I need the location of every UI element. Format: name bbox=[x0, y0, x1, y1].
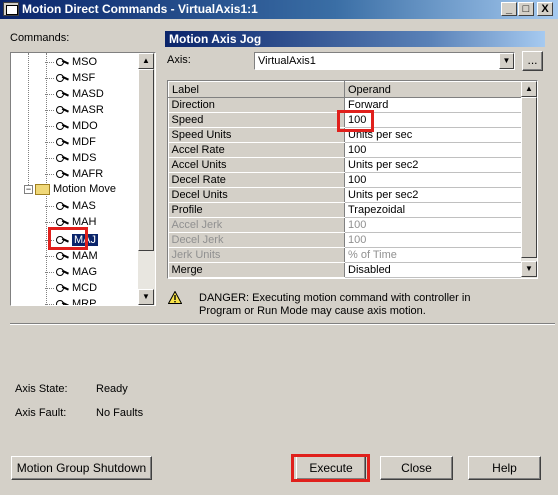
grid-row: Jerk Units% of Time bbox=[168, 247, 523, 263]
tree-item-masr[interactable]: MASR bbox=[45, 102, 104, 118]
grid-row: Accel Jerk 100 bbox=[168, 217, 523, 233]
grid-row[interactable]: Decel Rate 100 bbox=[168, 172, 523, 188]
title-bar: Motion Direct Commands - VirtualAxis1:1 … bbox=[0, 0, 558, 19]
tree-item-masd[interactable]: MASD bbox=[45, 86, 104, 102]
grid-row[interactable]: Accel Rate 100 bbox=[168, 142, 523, 158]
tree-item-mag[interactable]: MAG bbox=[45, 264, 97, 280]
tree-item-mcd[interactable]: MCD bbox=[45, 280, 97, 296]
row-label: Speed bbox=[168, 112, 345, 128]
row-label: Profile bbox=[168, 202, 345, 218]
row-operand[interactable]: Units per sec2 bbox=[344, 187, 523, 203]
maximize-button[interactable]: □ bbox=[518, 2, 534, 16]
command-icon bbox=[55, 104, 69, 116]
commands-tree[interactable]: MSO MSF MASD MASR MDO MDF MDS MAFR − Mot… bbox=[10, 52, 156, 306]
command-icon bbox=[55, 298, 69, 305]
command-icon bbox=[55, 200, 69, 212]
row-operand[interactable]: 100 bbox=[344, 172, 523, 188]
row-operand: % of Time bbox=[344, 247, 523, 263]
column-header-label[interactable]: Label bbox=[168, 81, 345, 98]
panel-header: Motion Axis Jog bbox=[165, 31, 545, 47]
tree-item-mdo[interactable]: MDO bbox=[45, 118, 98, 134]
scroll-thumb[interactable] bbox=[138, 69, 154, 251]
scroll-up-arrow-icon[interactable]: ▲ bbox=[521, 81, 537, 97]
tree-item-mam[interactable]: MAM bbox=[45, 248, 98, 264]
command-icon bbox=[55, 282, 69, 294]
column-header-operand[interactable]: Operand bbox=[344, 81, 523, 98]
grid-row[interactable]: Accel Units Units per sec2 bbox=[168, 157, 523, 173]
motion-group-shutdown-button[interactable]: Motion Group Shutdown bbox=[11, 456, 152, 480]
command-icon bbox=[55, 152, 69, 164]
warning-line-1: DANGER: Executing motion command with co… bbox=[199, 292, 471, 304]
warning-line-2: Program or Run Mode may cause axis motio… bbox=[199, 305, 426, 317]
tree-folder-motion-move[interactable]: Motion Move bbox=[35, 181, 116, 197]
row-operand[interactable]: Units per sec2 bbox=[344, 157, 523, 173]
commands-label: Commands: bbox=[10, 32, 70, 44]
row-label: Decel Rate bbox=[168, 172, 345, 188]
command-icon bbox=[55, 88, 69, 100]
command-icon bbox=[55, 72, 69, 84]
tree-item-mds[interactable]: MDS bbox=[45, 150, 96, 166]
grid-row: Decel Jerk 100 bbox=[168, 232, 523, 248]
warning-icon bbox=[168, 291, 182, 304]
app-icon bbox=[3, 2, 19, 16]
command-icon bbox=[55, 168, 69, 180]
grid-row[interactable]: Profile Trapezoidal bbox=[168, 202, 523, 218]
window-title: Motion Direct Commands - VirtualAxis1:1 bbox=[22, 2, 258, 16]
grid-row[interactable]: Merge Disabled bbox=[168, 262, 523, 278]
tree-item-mso[interactable]: MSO bbox=[45, 54, 97, 70]
folder-icon bbox=[35, 183, 50, 195]
grid-row[interactable]: Decel Units Units per sec2 bbox=[168, 187, 523, 203]
row-label: Accel Jerk bbox=[168, 217, 345, 233]
divider bbox=[10, 323, 555, 325]
axis-label: Axis: bbox=[167, 54, 191, 66]
row-operand: 100 bbox=[344, 217, 523, 233]
warning-text: DANGER: Executing motion command with co… bbox=[199, 292, 470, 318]
axis-state-label: Axis State: bbox=[15, 383, 68, 395]
tree-scrollbar[interactable]: ▲ ▼ bbox=[138, 53, 155, 305]
row-operand[interactable]: Trapezoidal bbox=[344, 202, 523, 218]
axis-state-value: Ready bbox=[96, 383, 128, 395]
row-label: Direction bbox=[168, 97, 345, 113]
command-icon bbox=[55, 56, 69, 68]
row-label: Accel Units bbox=[168, 157, 345, 173]
axis-fault-value: No Faults bbox=[96, 407, 144, 419]
axis-select[interactable]: VirtualAxis1 ▼ bbox=[254, 52, 515, 70]
speed-highlight-box bbox=[337, 110, 374, 132]
row-label: Speed Units bbox=[168, 127, 345, 143]
scroll-down-arrow-icon[interactable]: ▼ bbox=[521, 261, 537, 277]
row-label: Decel Jerk bbox=[168, 232, 345, 248]
browse-button[interactable]: ... bbox=[522, 51, 543, 71]
row-label: Jerk Units bbox=[168, 247, 345, 263]
execute-highlight-box bbox=[291, 454, 370, 482]
tree-item-mdf[interactable]: MDF bbox=[45, 134, 96, 150]
row-label: Accel Rate bbox=[168, 142, 345, 158]
command-icon bbox=[55, 250, 69, 262]
scroll-thumb[interactable] bbox=[521, 97, 537, 258]
collapse-expander-icon[interactable]: − bbox=[24, 185, 33, 194]
command-icon bbox=[55, 120, 69, 132]
scroll-down-arrow-icon[interactable]: ▼ bbox=[138, 289, 154, 305]
maj-highlight-box bbox=[48, 227, 88, 250]
close-button[interactable]: Close bbox=[380, 456, 453, 480]
command-icon bbox=[55, 266, 69, 278]
scroll-up-arrow-icon[interactable]: ▲ bbox=[138, 53, 154, 69]
command-icon bbox=[55, 136, 69, 148]
row-label: Merge bbox=[168, 262, 345, 278]
tree-item-msf[interactable]: MSF bbox=[45, 70, 95, 86]
row-operand: 100 bbox=[344, 232, 523, 248]
row-label: Decel Units bbox=[168, 187, 345, 203]
axis-fault-label: Axis Fault: bbox=[15, 407, 67, 419]
tree-item-mafr[interactable]: MAFR bbox=[45, 166, 103, 182]
grid-scrollbar[interactable]: ▲ ▼ bbox=[521, 81, 537, 278]
minimize-button[interactable]: _ bbox=[501, 2, 517, 16]
close-window-button[interactable]: X bbox=[537, 2, 553, 16]
help-button[interactable]: Help bbox=[468, 456, 541, 480]
dropdown-arrow-icon[interactable]: ▼ bbox=[499, 53, 514, 69]
row-operand[interactable]: 100 bbox=[344, 142, 523, 158]
row-operand[interactable]: Disabled bbox=[344, 262, 523, 278]
tree-item-mas[interactable]: MAS bbox=[45, 198, 96, 214]
tree-item-mrp[interactable]: MRP bbox=[45, 296, 96, 305]
